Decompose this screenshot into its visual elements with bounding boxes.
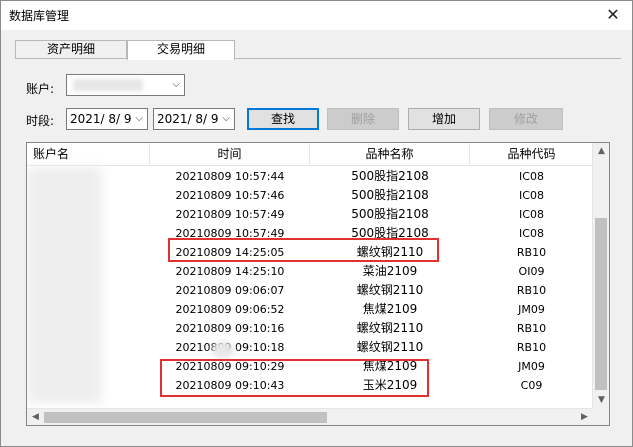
instrument-name-cell: 500股指2108 bbox=[351, 207, 429, 221]
table-row[interactable]: 20210809 14:25:10 菜油2109 OI09 bbox=[27, 262, 593, 281]
scroll-left-icon[interactable]: ◀ bbox=[27, 409, 44, 425]
horizontal-scroll-thumb[interactable] bbox=[44, 412, 327, 423]
instrument-code-cell: RB10 bbox=[516, 246, 547, 259]
tab-divider bbox=[15, 58, 621, 59]
table-header: 账户名 时间 品种名称 品种代码 bbox=[27, 143, 593, 166]
instrument-code-cell: JM09 bbox=[518, 360, 545, 373]
instrument-code-cell: IC08 bbox=[519, 170, 544, 183]
instrument-name-cell: 菜油2109 bbox=[362, 264, 418, 278]
time-cell: 20210809 09:06:52 bbox=[175, 303, 285, 316]
chevron-down-icon: ⌵ bbox=[135, 113, 143, 124]
instrument-name-cell: 500股指2108 bbox=[351, 169, 429, 183]
account-label: 账户: bbox=[26, 82, 55, 96]
scroll-right-icon[interactable]: ▶ bbox=[576, 409, 593, 425]
column-header-account[interactable]: 账户名 bbox=[27, 143, 150, 166]
instrument-name-cell: 螺纹钢2110 bbox=[356, 283, 424, 297]
chevron-down-icon: ⌵ bbox=[172, 79, 180, 90]
date-from-picker[interactable]: 2021/ 8/ 9 ⌵ bbox=[66, 108, 148, 130]
table-row[interactable]: 20210809 09:06:52 焦煤2109 JM09 bbox=[27, 300, 593, 319]
instrument-name-cell: 焦煤2109 bbox=[362, 302, 418, 316]
highlight-box-jm-c bbox=[160, 359, 429, 397]
time-cell: 20210809 10:57:46 bbox=[175, 189, 285, 202]
database-manager-window: 数据库管理 ✕ 资产明细 交易明细 账户: ⌵ 时段: 2021/ 8/ 9 ⌵… bbox=[0, 0, 633, 447]
tab-assets[interactable]: 资产明细 bbox=[15, 40, 127, 59]
scroll-up-icon[interactable]: ▲ bbox=[593, 143, 609, 160]
add-button[interactable]: 增加 bbox=[408, 108, 480, 130]
table-row[interactable]: 20210809 10:57:44 500股指2108 IC08 bbox=[27, 167, 593, 186]
instrument-code-cell: C09 bbox=[520, 379, 543, 392]
window-title: 数据库管理 bbox=[9, 9, 70, 23]
instrument-code-cell: RB10 bbox=[516, 284, 547, 297]
time-cell: 20210809 09:10:16 bbox=[175, 322, 285, 335]
modify-button[interactable]: 修改 bbox=[489, 108, 563, 130]
query-button[interactable]: 查找 bbox=[247, 108, 319, 130]
account-column-redacted bbox=[27, 167, 102, 403]
vertical-scrollbar[interactable]: ▲ ▼ bbox=[592, 143, 609, 409]
instrument-name-cell: 500股指2108 bbox=[351, 188, 429, 202]
table-row[interactable]: 20210809 09:10:18 螺纹钢2110 RB10 bbox=[27, 338, 593, 357]
highlight-box-rb10 bbox=[168, 238, 439, 262]
column-header-time[interactable]: 时间 bbox=[150, 143, 310, 166]
instrument-code-cell: RB10 bbox=[516, 322, 547, 335]
tab-strip: 资产明细 交易明细 bbox=[15, 40, 621, 60]
redaction-smudge bbox=[212, 341, 234, 359]
table-row[interactable]: 20210809 09:10:16 螺纹钢2110 RB10 bbox=[27, 319, 593, 338]
table-row[interactable]: 20210809 10:57:49 500股指2108 IC08 bbox=[27, 205, 593, 224]
instrument-code-cell: IC08 bbox=[519, 208, 544, 221]
instrument-name-cell: 螺纹钢2110 bbox=[356, 340, 424, 354]
time-cell: 20210809 10:57:44 bbox=[175, 170, 285, 183]
table-row[interactable]: 20210809 10:57:46 500股指2108 IC08 bbox=[27, 186, 593, 205]
title-bar: 数据库管理 ✕ bbox=[1, 1, 632, 30]
instrument-code-cell: OI09 bbox=[518, 265, 545, 278]
tab-transactions[interactable]: 交易明细 bbox=[127, 40, 235, 60]
time-cell: 20210809 09:06:07 bbox=[175, 284, 285, 297]
date-from-value: 2021/ 8/ 9 bbox=[70, 112, 132, 126]
vertical-scroll-thumb[interactable] bbox=[595, 218, 607, 390]
instrument-code-cell: RB10 bbox=[516, 341, 547, 354]
scroll-down-icon[interactable]: ▼ bbox=[593, 392, 609, 409]
account-select[interactable]: ⌵ bbox=[66, 74, 185, 96]
table-row[interactable]: 20210809 09:06:07 螺纹钢2110 RB10 bbox=[27, 281, 593, 300]
scrollbar-corner bbox=[592, 408, 609, 425]
date-to-picker[interactable]: 2021/ 8/ 9 ⌵ bbox=[153, 108, 235, 130]
close-icon[interactable]: ✕ bbox=[602, 4, 624, 26]
period-label: 时段: bbox=[26, 114, 55, 128]
horizontal-scrollbar[interactable]: ◀ ▶ bbox=[27, 408, 593, 425]
column-header-instrument-code[interactable]: 品种代码 bbox=[470, 143, 593, 166]
instrument-code-cell: JM09 bbox=[518, 303, 545, 316]
instrument-name-cell: 螺纹钢2110 bbox=[356, 321, 424, 335]
time-cell: 20210809 14:25:10 bbox=[175, 265, 285, 278]
date-to-value: 2021/ 8/ 9 bbox=[157, 112, 219, 126]
time-cell: 20210809 10:57:49 bbox=[175, 208, 285, 221]
instrument-code-cell: IC08 bbox=[519, 227, 544, 240]
column-header-instrument-name[interactable]: 品种名称 bbox=[310, 143, 470, 166]
instrument-code-cell: IC08 bbox=[519, 189, 544, 202]
account-value-redacted bbox=[73, 79, 143, 91]
chevron-down-icon: ⌵ bbox=[222, 113, 230, 124]
delete-button[interactable]: 删除 bbox=[327, 108, 399, 130]
